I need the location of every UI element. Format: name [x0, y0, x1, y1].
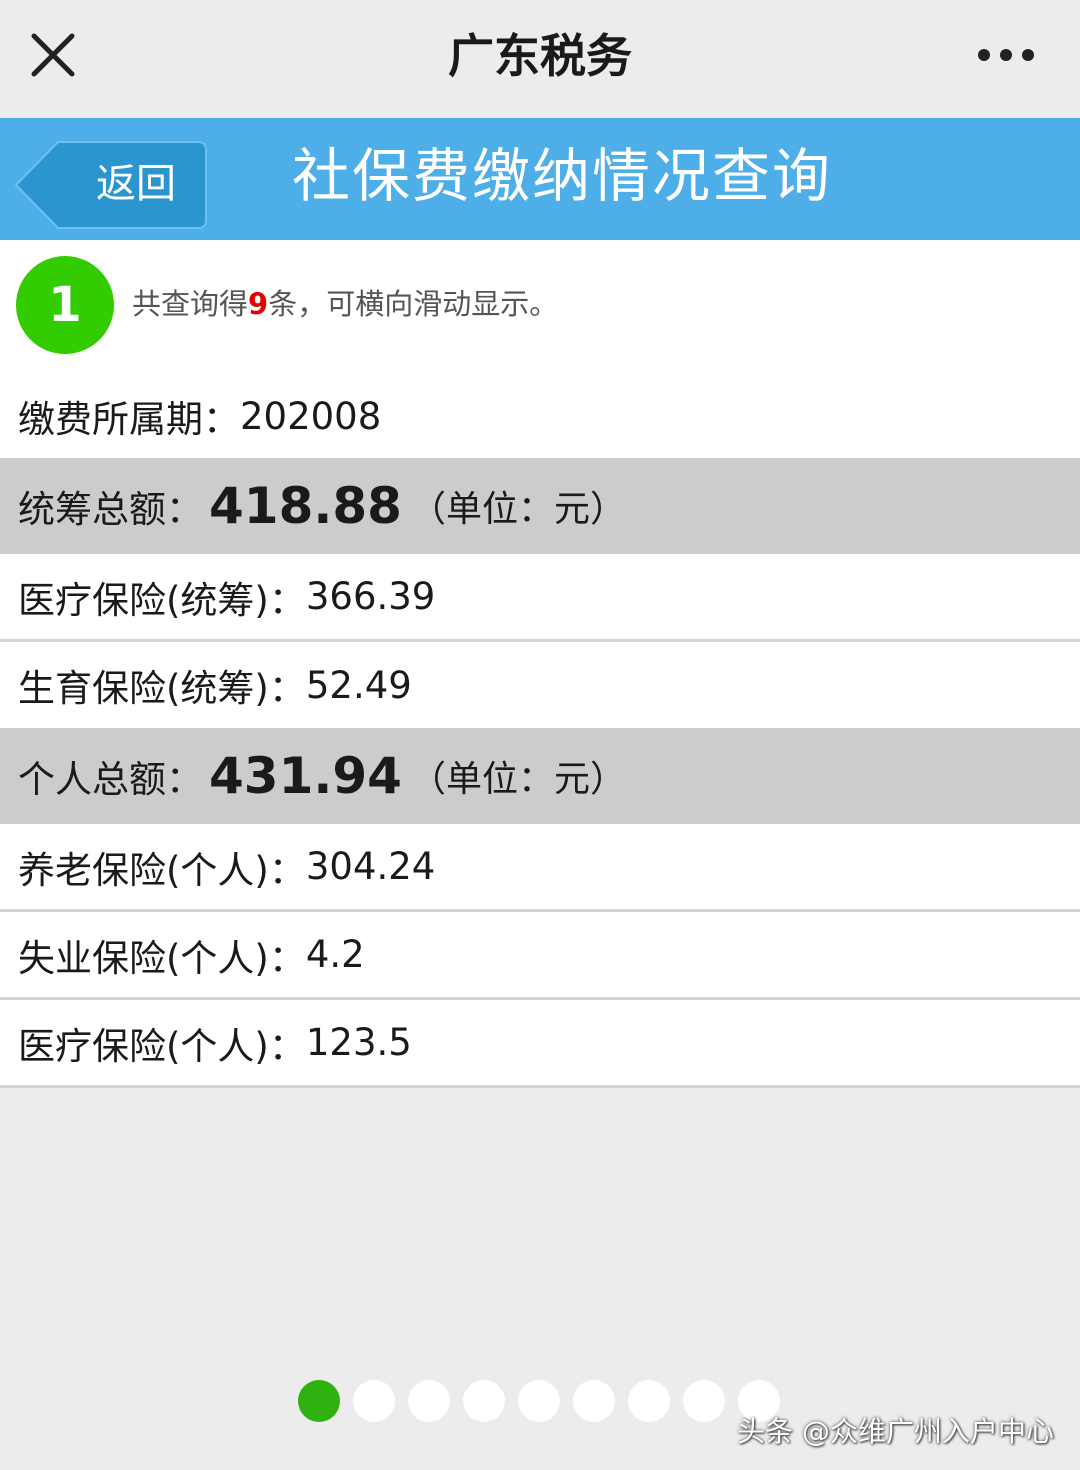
pooled-total-label: 统筹总额：	[18, 488, 203, 531]
back-button-label: 返回	[96, 161, 176, 207]
result-msg-prefix: 共查询得	[132, 287, 249, 321]
period-label: 缴费所属期：	[18, 398, 240, 441]
watermark: 头条 @众维广州入户中心	[737, 1415, 1054, 1448]
item-label: 医疗保险(个人)：	[18, 1024, 306, 1068]
list-item: 医疗保险(统筹)： 366.39	[0, 554, 1080, 642]
page-dot[interactable]	[463, 1380, 505, 1422]
back-button[interactable]: 返回	[14, 140, 208, 230]
page-indicator	[298, 1380, 780, 1424]
item-label: 失业保险(个人)：	[18, 936, 306, 980]
item-value: 52.49	[305, 663, 412, 707]
item-label: 生育保险(统筹)：	[18, 667, 306, 710]
more-icon[interactable]	[974, 38, 1038, 72]
period-value: 202008	[240, 394, 382, 438]
page-dot-active[interactable]	[298, 1380, 340, 1422]
page-dot[interactable]	[573, 1380, 615, 1422]
page-dot[interactable]	[408, 1380, 450, 1422]
item-value: 4.2	[305, 933, 365, 976]
pooled-total-unit: （单位：元）	[409, 489, 626, 530]
pooled-total-row: 统筹总额： 418.88 （单位：元）	[0, 458, 1080, 554]
personal-total-row: 个人总额： 431.94 （单位：元）	[0, 728, 1080, 824]
query-result-panel: 1 共查询得9条，可横向滑动显示。 缴费所属期： 202008 统筹总额： 41…	[0, 240, 1080, 1088]
page-title: 社保费缴纳情况查询	[292, 142, 833, 210]
item-value: 366.39	[305, 575, 436, 618]
personal-total-unit: （单位：元）	[409, 759, 626, 800]
list-item: 失业保险(个人)： 4.2	[0, 912, 1080, 1000]
page-dot[interactable]	[683, 1380, 725, 1422]
app-bar: 广东税务	[0, 0, 1080, 118]
pooled-total-value: 418.88	[209, 477, 402, 535]
page-dot[interactable]	[628, 1380, 670, 1422]
result-count-message: 共查询得9条，可横向滑动显示。	[132, 284, 558, 324]
result-count: 9	[248, 287, 269, 321]
item-value: 123.5	[305, 1021, 412, 1064]
item-value: 304.24	[305, 845, 436, 888]
personal-total-value: 431.94	[209, 747, 402, 805]
app-title: 广东税务	[448, 29, 632, 83]
list-item: 生育保险(统筹)： 52.49	[0, 642, 1080, 728]
item-label: 养老保险(个人)：	[18, 848, 306, 892]
result-msg-suffix: 条，可横向滑动显示。	[268, 287, 559, 321]
list-item: 养老保险(个人)： 304.24	[0, 824, 1080, 912]
page-dot[interactable]	[518, 1380, 560, 1422]
page-dot[interactable]	[353, 1380, 395, 1422]
period-row: 缴费所属期： 202008	[0, 374, 1080, 458]
list-item: 医疗保险(个人)： 123.5	[0, 1000, 1080, 1088]
item-label: 医疗保险(统筹)：	[18, 578, 306, 622]
result-index-badge: 1	[16, 256, 114, 354]
personal-total-label: 个人总额：	[18, 758, 203, 801]
page-header: 返回 社保费缴纳情况查询	[0, 118, 1080, 240]
